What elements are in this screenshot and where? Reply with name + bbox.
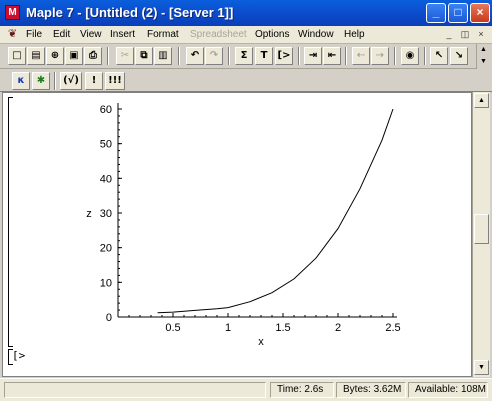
y-tick-label: 0 xyxy=(106,312,112,324)
worksheet[interactable]: 0.5 1 1.5 2 2.5 0 10 20 30 40 50 60 x z [> xyxy=(2,92,472,377)
open-url-button[interactable]: ⊕ xyxy=(46,47,64,65)
back-button[interactable]: ⇠ xyxy=(352,47,370,65)
x-axis-label: x xyxy=(258,336,264,348)
toolbar-separator xyxy=(298,47,300,65)
zoom-in-button[interactable]: ↖ xyxy=(430,47,448,65)
plot-curve xyxy=(157,108,394,314)
stop-button[interactable]: ◉ xyxy=(401,47,419,65)
sum-button[interactable]: Σ xyxy=(235,47,253,65)
scroll-down-button[interactable]: ▼ xyxy=(474,360,489,375)
context-toolbar: κ ✱ (√) ! !!! xyxy=(0,69,492,92)
zoom-out-button[interactable]: ↘ xyxy=(450,47,468,65)
plot-axes xyxy=(117,103,397,318)
open-file-button[interactable]: ▤ xyxy=(27,47,45,65)
vertical-scrollbar[interactable]: ▲ ▼ xyxy=(472,92,490,377)
menu-format[interactable]: Format xyxy=(147,29,179,40)
x-tick-label: 2.5 xyxy=(385,322,400,334)
status-time: Time: 2.6s xyxy=(270,382,334,398)
toolbar-separator xyxy=(345,47,347,65)
y-tick-label: 10 xyxy=(100,277,112,289)
y-tick-label: 50 xyxy=(100,139,112,151)
outdent-button[interactable]: ⇤ xyxy=(323,47,341,65)
chevron-up-icon[interactable]: ▲ xyxy=(477,44,490,56)
menu-view[interactable]: View xyxy=(80,29,102,40)
undo-button[interactable]: ↶ xyxy=(186,47,204,65)
x-tick-label: 0.5 xyxy=(165,322,180,334)
chevron-down-icon[interactable]: ▼ xyxy=(477,56,490,68)
status-bytes: Bytes: 3.62M xyxy=(336,382,406,398)
toolbar-scroll[interactable]: ▲ ▼ xyxy=(476,44,490,69)
debug-button[interactable]: ✱ xyxy=(32,72,50,90)
document-close-button[interactable]: × xyxy=(474,28,488,41)
toolbar-separator xyxy=(107,47,109,65)
menu-options[interactable]: Options xyxy=(255,29,289,40)
menu-spreadsheet: Spreadsheet xyxy=(190,29,247,40)
plot-ticks: 0.5 1 1.5 2 2.5 0 10 20 30 40 50 60 xyxy=(100,104,401,334)
window-title: Maple 7 - [Untitled (2) - [Server 1]] xyxy=(26,5,234,20)
new-file-button[interactable]: □ xyxy=(8,47,26,65)
plot-region[interactable]: 0.5 1 1.5 2 2.5 0 10 20 30 40 50 60 x z xyxy=(3,93,463,348)
insert-input-button[interactable]: [> xyxy=(275,47,293,65)
status-message xyxy=(4,382,266,398)
copy-button[interactable]: ⧉ xyxy=(135,47,153,65)
redo-button[interactable]: ↷ xyxy=(205,47,223,65)
save-button[interactable]: ▣ xyxy=(65,47,83,65)
maple-app-icon[interactable]: M xyxy=(5,5,20,20)
menu-edit[interactable]: Edit xyxy=(53,29,70,40)
document-minimize-button[interactable]: _ xyxy=(442,28,456,41)
document-restore-button[interactable]: ◫ xyxy=(458,28,472,41)
title-bar: M Maple 7 - [Untitled (2) - [Server 1]] … xyxy=(0,0,492,26)
toolbar-separator xyxy=(424,47,426,65)
close-button[interactable]: × xyxy=(470,3,490,23)
execute-all-button[interactable]: !!! xyxy=(105,72,125,90)
kernel-button[interactable]: κ xyxy=(12,72,30,90)
x-tick-label: 2 xyxy=(335,322,341,334)
menu-help[interactable]: Help xyxy=(344,29,365,40)
main-toolbar: □ ▤ ⊕ ▣ ⎙ ✂ ⧉ ▥ ↶ ↷ Σ T [> ⇥ ⇤ ⇠ ⇢ ◉ ↖ ↘ xyxy=(0,44,476,69)
menu-file[interactable]: File xyxy=(26,29,42,40)
y-tick-label: 60 xyxy=(100,104,112,116)
paste-button[interactable]: ▥ xyxy=(154,47,172,65)
cut-button[interactable]: ✂ xyxy=(116,47,134,65)
maple-leaf-icon[interactable]: ❦ xyxy=(6,28,19,41)
input-prompt[interactable]: [> xyxy=(12,349,25,362)
maximize-button[interactable]: □ xyxy=(448,3,468,23)
indent-button[interactable]: ⇥ xyxy=(304,47,322,65)
x-tick-label: 1.5 xyxy=(275,322,290,334)
menu-bar: ❦ File Edit View Insert Format Spreadshe… xyxy=(0,26,492,44)
forward-button[interactable]: ⇢ xyxy=(371,47,389,65)
x-tick-label: 1 xyxy=(225,322,231,334)
menu-window[interactable]: Window xyxy=(298,29,334,40)
menu-insert[interactable]: Insert xyxy=(110,29,135,40)
print-button[interactable]: ⎙ xyxy=(84,47,102,65)
execute-button[interactable]: ! xyxy=(85,72,103,90)
toolbar-separator xyxy=(54,72,56,90)
y-tick-label: 30 xyxy=(100,208,112,220)
status-available: Available: 108M xyxy=(408,382,488,398)
scroll-thumb[interactable] xyxy=(474,214,489,244)
text-mode-button[interactable]: T xyxy=(255,47,273,65)
minimize-button[interactable]: _ xyxy=(426,3,446,23)
toolbar-separator xyxy=(178,47,180,65)
toolbar-separator xyxy=(228,47,230,65)
y-axis-label: z xyxy=(86,208,92,220)
y-tick-label: 20 xyxy=(100,243,112,255)
evaluate-checked-button[interactable]: (√) xyxy=(60,72,82,90)
y-tick-label: 40 xyxy=(100,173,112,185)
status-bar: Time: 2.6s Bytes: 3.62M Available: 108M xyxy=(0,378,492,401)
scroll-up-button[interactable]: ▲ xyxy=(474,93,489,108)
toolbar-separator xyxy=(394,47,396,65)
